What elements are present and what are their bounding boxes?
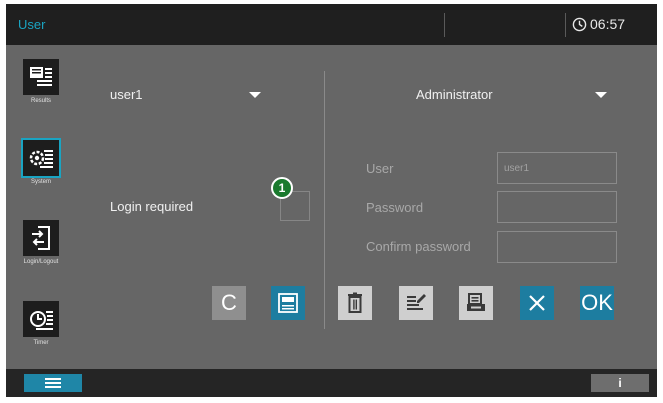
print-icon xyxy=(467,293,485,311)
topbar-divider xyxy=(565,13,566,37)
top-bar: User 06:57 xyxy=(6,4,657,45)
edit-icon xyxy=(407,294,426,310)
ok-button[interactable]: OK xyxy=(580,286,614,320)
confirm-password-field[interactable] xyxy=(497,231,617,263)
clock: 06:57 xyxy=(572,16,625,32)
bottom-bar: i xyxy=(6,369,657,397)
user-field-label: User xyxy=(366,161,394,176)
nav-label-system: System xyxy=(30,179,51,185)
info-button[interactable]: i xyxy=(591,374,649,392)
save-icon xyxy=(278,293,298,313)
nav-tile-results xyxy=(23,59,59,95)
nav-item-login-logout[interactable]: Login/Logout xyxy=(6,220,86,290)
main-area: Results System Login/Logout Timer user1 … xyxy=(6,45,657,369)
nav-item-system[interactable]: System xyxy=(6,138,86,210)
results-icon xyxy=(30,67,52,86)
system-icon xyxy=(29,150,53,168)
panel-divider xyxy=(324,71,325,329)
password-field[interactable] xyxy=(497,191,617,223)
nav-label-results: Results xyxy=(30,98,51,104)
callout-marker: 1 xyxy=(271,177,293,199)
cancel-button[interactable] xyxy=(520,286,554,320)
user-field[interactable]: user1 xyxy=(497,152,617,184)
clock-time: 06:57 xyxy=(590,16,626,32)
nav-item-results[interactable]: Results xyxy=(6,59,86,129)
menu-icon xyxy=(45,378,61,388)
nav-item-timer[interactable]: Timer xyxy=(6,301,86,371)
nav-label-timer: Timer xyxy=(33,340,49,346)
password-field-label: Password xyxy=(366,200,424,215)
menu-button[interactable] xyxy=(24,374,82,392)
clock-icon xyxy=(572,17,587,31)
side-nav: Results System Login/Logout Timer xyxy=(6,45,86,369)
user-dropdown-value: user1 xyxy=(110,87,143,102)
page-title: User xyxy=(18,17,46,32)
confirm-password-field-label: Confirm password xyxy=(366,239,471,254)
close-icon xyxy=(529,295,545,311)
timer-icon xyxy=(30,311,53,330)
print-button[interactable] xyxy=(459,286,493,320)
role-dropdown-value: Administrator xyxy=(416,87,493,102)
edit-button[interactable] xyxy=(399,286,433,320)
delete-button[interactable] xyxy=(338,286,372,320)
device-screen: User 06:57 Results System Login/Logout T… xyxy=(6,4,657,397)
login-required-label: Login required xyxy=(110,199,194,214)
login-logout-icon xyxy=(32,226,50,250)
nav-tile-timer xyxy=(23,301,59,337)
nav-tile-login-logout xyxy=(23,220,59,256)
nav-tile-system xyxy=(21,138,61,178)
nav-label-login-logout: Login/Logout xyxy=(23,259,59,265)
clear-button[interactable]: C xyxy=(212,286,246,320)
topbar-divider xyxy=(444,13,445,37)
chevron-down-icon xyxy=(249,92,261,98)
chevron-down-icon xyxy=(595,92,607,98)
save-button[interactable] xyxy=(271,286,305,320)
trash-icon xyxy=(348,292,362,313)
